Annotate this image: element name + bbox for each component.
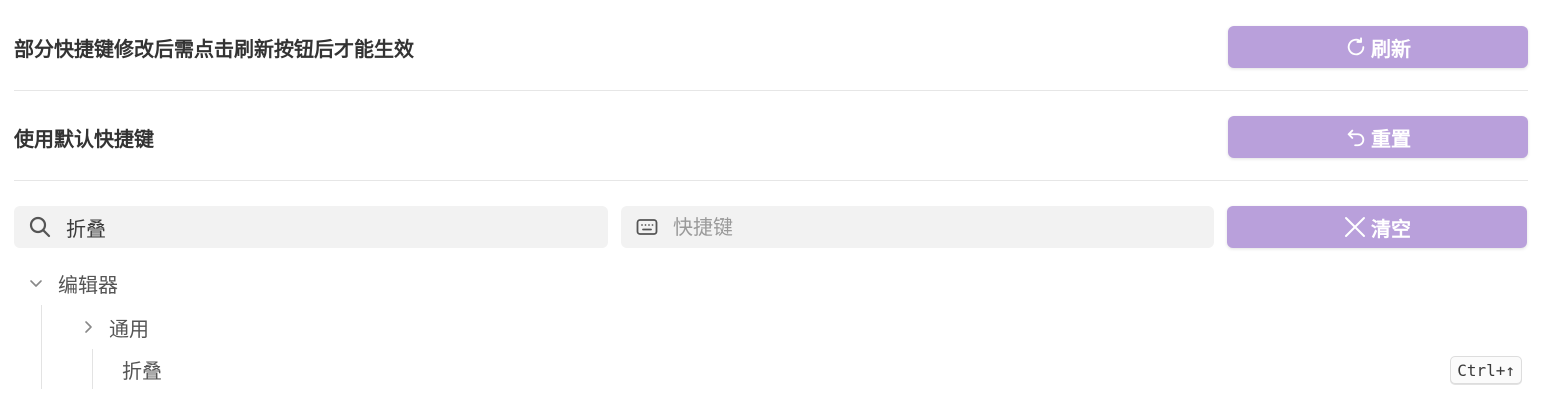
refresh-setting-row: 部分快捷键修改后需点击刷新按钮后才能生效 刷新 [14, 26, 1528, 68]
refresh-button[interactable]: 刷新 [1228, 26, 1528, 68]
keyword-search-field[interactable] [14, 206, 608, 248]
reset-setting-title: 使用默认快捷键 [14, 126, 154, 151]
tree-group-editor[interactable]: 编辑器 [28, 269, 118, 297]
tree-item-label: 折叠 [122, 358, 162, 383]
shortcut-search-field[interactable] [621, 206, 1214, 248]
tree-item-label: 通用 [109, 316, 149, 341]
shortcut-settings-page: 部分快捷键修改后需点击刷新按钮后才能生效 刷新 使用默认快捷键 重置 折叠 快捷… [0, 0, 1545, 408]
tree-item-general[interactable]: 通用 [80, 313, 149, 341]
chevron-right-icon[interactable] [80, 319, 96, 335]
search-icon [28, 215, 52, 239]
clear-button[interactable]: 清空 [1227, 206, 1527, 248]
divider [14, 90, 1528, 91]
reset-button[interactable]: 重置 [1228, 116, 1528, 158]
reset-button-label: 重置 [1371, 126, 1411, 151]
reset-setting-row: 使用默认快捷键 重置 [14, 116, 1528, 158]
clear-button-label: 清空 [1371, 216, 1411, 241]
shortcut-search-input[interactable] [673, 206, 1214, 248]
tree-item-fold[interactable]: 折叠 [122, 355, 162, 383]
refresh-setting-title: 部分快捷键修改后需点击刷新按钮后才能生效 [14, 36, 414, 61]
search-bar: 清空 [14, 206, 1528, 248]
tree-indent-guide [92, 349, 93, 389]
refresh-icon [1345, 36, 1367, 58]
undo-icon [1345, 126, 1367, 148]
keyword-search-input[interactable] [66, 206, 608, 248]
tree-indent-guide [41, 305, 42, 389]
keyboard-icon [635, 215, 659, 239]
close-icon [1343, 215, 1367, 239]
shortcut-key-badge[interactable]: Ctrl+↑ [1450, 356, 1522, 384]
tree-group-label: 编辑器 [58, 272, 118, 297]
divider [14, 180, 1528, 181]
refresh-button-label: 刷新 [1371, 36, 1411, 61]
chevron-down-icon[interactable] [28, 275, 44, 291]
